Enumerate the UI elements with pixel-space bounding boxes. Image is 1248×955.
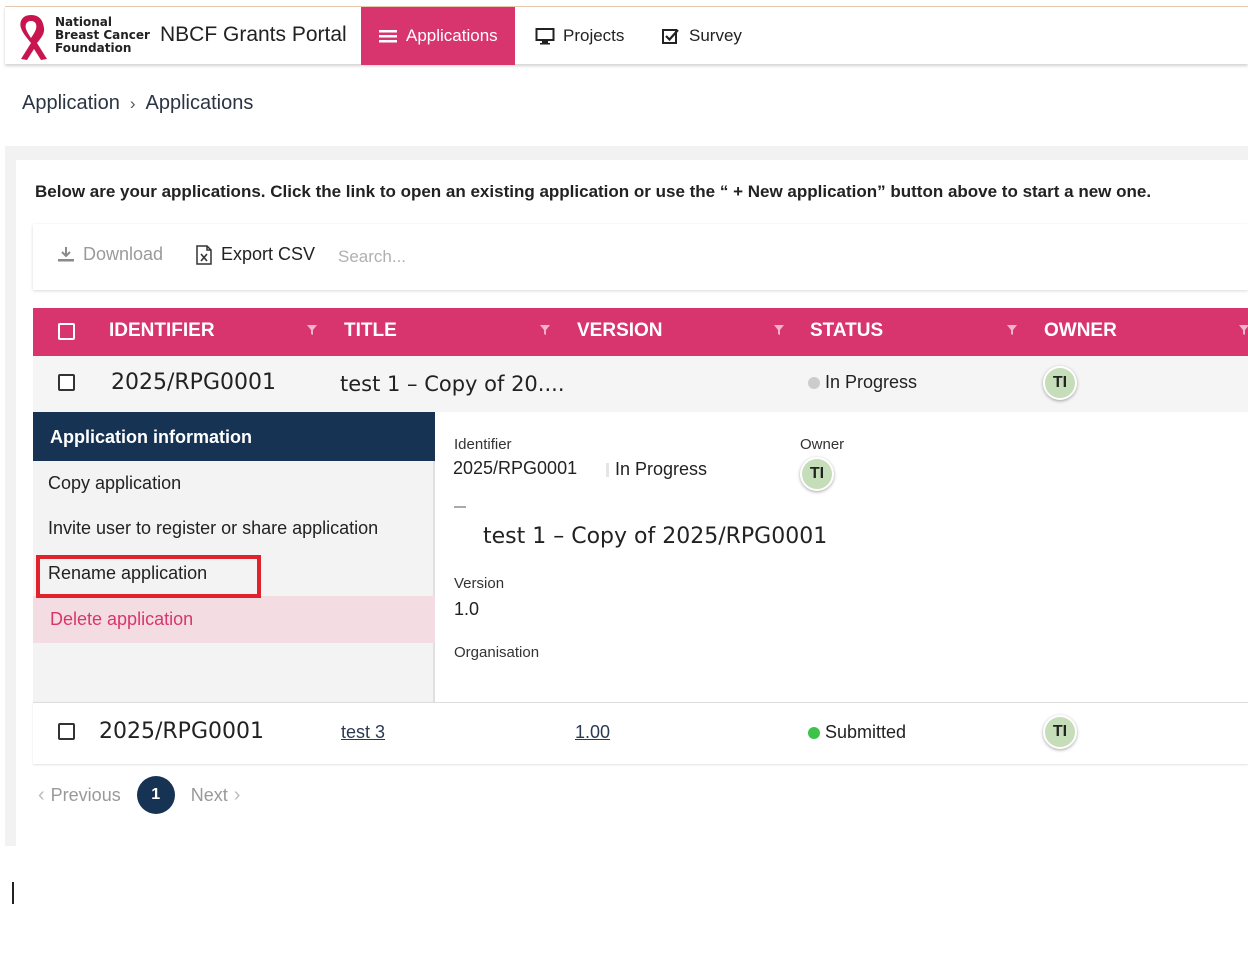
owner-avatar[interactable]: TI	[1043, 366, 1077, 400]
search-input[interactable]	[338, 242, 538, 272]
nav-projects-label: Projects	[563, 26, 625, 45]
invite-user-item[interactable]: Invite user to register or share applica…	[48, 518, 378, 539]
column-title[interactable]: TITLE	[344, 320, 397, 342]
excel-file-icon	[196, 244, 212, 265]
nav-applications[interactable]: Applications	[361, 7, 515, 65]
status-label: In Progress	[825, 372, 918, 392]
nav-applications-label: Applications	[406, 26, 498, 45]
nav-survey-label: Survey	[689, 26, 742, 45]
identifier-value: 2025/RPG0001	[453, 458, 578, 478]
intro-text: Below are your applications. Click the l…	[35, 182, 1152, 201]
nav-survey[interactable]: Survey	[661, 7, 742, 65]
pagination: ‹ Previous 1 Next ›	[38, 776, 240, 814]
version-value: 1.0	[454, 599, 480, 619]
pink-ribbon-logo-icon[interactable]	[13, 13, 49, 61]
detail-owner-avatar[interactable]: TI	[800, 457, 834, 491]
detail-status: In Progress	[606, 459, 707, 480]
chevron-left-icon: ‹	[38, 783, 45, 806]
application-actions-menu: Application information Copy application…	[33, 412, 435, 702]
chevron-right-icon: ›	[233, 783, 241, 806]
grid-toolbar: Download Export CSV	[33, 224, 1248, 290]
menu-header: Application information	[33, 412, 435, 461]
status-dot-icon	[808, 376, 820, 389]
previous-button[interactable]: ‹ Previous	[38, 784, 121, 807]
filter-icon[interactable]	[773, 324, 785, 336]
export-csv-label: Export CSV	[221, 244, 316, 264]
portal-title[interactable]: NBCF Grants Portal	[160, 23, 347, 47]
row-identifier: 2025/RPG0001	[99, 719, 264, 744]
row-title[interactable]: test 1 – Copy of 20....	[340, 372, 565, 396]
next-button[interactable]: Next ›	[191, 784, 241, 807]
delete-application-item[interactable]: Delete application	[33, 596, 435, 643]
copy-application-item[interactable]: Copy application	[48, 473, 181, 494]
identifier-label: Identifier	[454, 436, 512, 453]
org-name: National Breast Cancer Foundation	[55, 16, 150, 55]
organisation-label: Organisation	[454, 644, 540, 661]
download-button[interactable]: Download	[57, 244, 163, 265]
table-header: IDENTIFIER TITLE VERSION STATUS OWNER	[33, 308, 1248, 356]
row-title-link[interactable]: test 3	[341, 722, 385, 743]
nav-projects[interactable]: Projects	[535, 7, 624, 65]
row-identifier: 2025/RPG0001	[111, 370, 276, 395]
table-row[interactable]: 2025/RPG0001 test 1 – Copy of 20.... In …	[33, 356, 1248, 412]
page: National Breast Cancer Foundation NBCF G…	[0, 0, 1248, 955]
list-icon	[379, 30, 397, 43]
breadcrumb-applications: Applications	[145, 92, 254, 114]
status-dot-icon	[808, 726, 820, 739]
monitor-icon	[535, 28, 555, 45]
row-checkbox[interactable]	[58, 723, 75, 740]
export-csv-button[interactable]: Export CSV	[195, 244, 315, 265]
filter-icon[interactable]	[306, 324, 318, 336]
application-detail-panel: Application information Copy application…	[33, 412, 1248, 702]
row-checkbox[interactable]	[58, 374, 75, 391]
column-identifier[interactable]: IDENTIFIER	[109, 320, 215, 342]
rename-highlight-box	[36, 555, 261, 598]
org-name-line-3: Foundation	[55, 41, 132, 55]
previous-label: Previous	[50, 784, 121, 805]
page-number-current[interactable]: 1	[136, 776, 175, 814]
status-label: Submitted	[825, 722, 907, 742]
status-divider	[606, 462, 609, 477]
column-version[interactable]: VERSION	[577, 320, 663, 342]
delete-application-label: Delete application	[50, 609, 194, 629]
owner-avatar[interactable]: TI	[1043, 715, 1077, 749]
text-cursor	[12, 882, 14, 904]
breadcrumb-application[interactable]: Application	[22, 92, 120, 115]
checkbox-icon	[662, 29, 679, 44]
top-bar: National Breast Cancer Foundation NBCF G…	[5, 6, 1248, 65]
detail-title: test 1 – Copy of 2025/RPG0001	[483, 524, 828, 549]
table-row[interactable]: 2025/RPG0001 test 3 1.00 Submitted TI	[33, 702, 1248, 764]
breadcrumb: Application › Applications	[22, 92, 253, 115]
select-all-checkbox[interactable]	[58, 323, 75, 340]
status-badge: Submitted	[808, 722, 906, 743]
version-label: Version	[454, 575, 505, 592]
status-badge: In Progress	[808, 372, 917, 393]
row-version-link[interactable]: 1.00	[575, 722, 610, 743]
column-status[interactable]: STATUS	[810, 320, 883, 342]
divider	[454, 506, 466, 508]
filter-icon[interactable]	[539, 324, 551, 336]
chevron-right-icon: ›	[129, 93, 136, 113]
detail-status-label: In Progress	[615, 459, 708, 479]
filter-icon[interactable]	[1238, 324, 1248, 336]
download-icon	[58, 246, 74, 261]
column-owner[interactable]: OWNER	[1044, 320, 1117, 342]
next-label: Next	[190, 784, 228, 805]
download-label: Download	[83, 244, 164, 264]
owner-label: Owner	[800, 436, 845, 453]
filter-icon[interactable]	[1006, 324, 1018, 336]
